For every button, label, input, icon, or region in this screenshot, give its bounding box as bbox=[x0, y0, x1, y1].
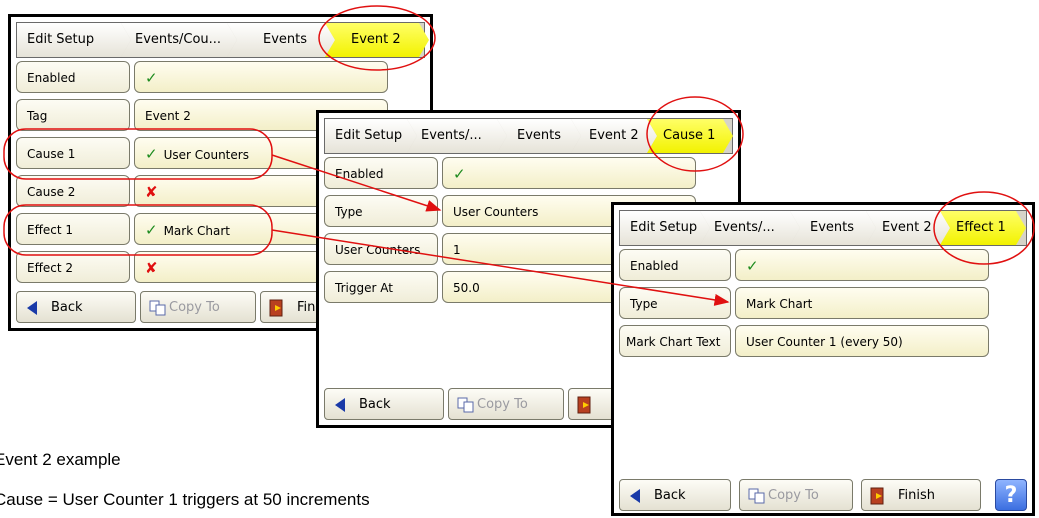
back-arrow-icon bbox=[27, 300, 37, 315]
breadcrumb: Edit Setup Events/Cou... Events Event 2 bbox=[16, 22, 425, 58]
cross-icon: ✘ bbox=[145, 183, 158, 201]
help-button[interactable]: ? bbox=[995, 479, 1027, 511]
finish-button[interactable]: Finish bbox=[861, 479, 981, 511]
check-icon: ✓ bbox=[145, 145, 158, 163]
crumb-cause-1[interactable]: Cause 1 bbox=[647, 119, 733, 153]
row-label: Cause 1 bbox=[16, 137, 130, 169]
type-value[interactable]: Mark Chart bbox=[735, 287, 989, 319]
copy-to-button[interactable]: Copy To bbox=[739, 479, 853, 511]
row-label: Cause 2 bbox=[16, 175, 130, 207]
breadcrumb: Edit Setup Events/... Events Event 2 Eff… bbox=[619, 210, 1027, 246]
back-arrow-icon bbox=[630, 488, 640, 503]
copy-to-button[interactable]: Copy To bbox=[448, 388, 564, 420]
row-label: User Counters bbox=[324, 233, 438, 265]
exit-icon bbox=[577, 396, 591, 413]
row-type[interactable]: Type Mark Chart bbox=[619, 287, 989, 319]
row-label: Effect 2 bbox=[16, 251, 130, 283]
crumb-events[interactable]: Events bbox=[227, 23, 335, 57]
enabled-value[interactable]: ✓ bbox=[442, 157, 696, 189]
crumb-events[interactable]: Events bbox=[497, 119, 581, 153]
back-button[interactable]: Back bbox=[16, 291, 136, 323]
crumb-events[interactable]: Events bbox=[790, 211, 876, 245]
crumb-events-counters[interactable]: Events/Cou... bbox=[121, 23, 237, 57]
cause-1-text: User Counters bbox=[163, 148, 249, 162]
crumb-effect-1[interactable]: Effect 1 bbox=[940, 211, 1026, 245]
effect-1-text: Mark Chart bbox=[163, 224, 230, 238]
row-label: Mark Chart Text bbox=[619, 325, 731, 357]
row-label: Effect 1 bbox=[16, 213, 130, 245]
cross-icon: ✘ bbox=[145, 259, 158, 277]
crumb-edit-setup[interactable]: Edit Setup bbox=[325, 119, 417, 153]
row-label: Enabled bbox=[619, 249, 731, 281]
back-button[interactable]: Back bbox=[619, 479, 731, 511]
crumb-event-2[interactable]: Event 2 bbox=[325, 23, 429, 57]
bottom-bar: Back Copy To Finish ? bbox=[619, 479, 1027, 513]
breadcrumb: Edit Setup Events/... Events Event 2 Cau… bbox=[324, 118, 733, 154]
row-label: Trigger At bbox=[324, 271, 438, 303]
check-icon: ✓ bbox=[453, 165, 466, 183]
caption-line-2: Cause = User Counter 1 triggers at 50 in… bbox=[0, 490, 370, 509]
copy-icon bbox=[748, 488, 765, 503]
check-icon: ✓ bbox=[145, 69, 158, 87]
effect-1-screen: Edit Setup Events/... Events Event 2 Eff… bbox=[611, 202, 1035, 516]
row-label: Tag bbox=[16, 99, 130, 131]
crumb-event-2[interactable]: Event 2 bbox=[571, 119, 657, 153]
copy-icon bbox=[149, 300, 166, 315]
back-arrow-icon bbox=[335, 397, 345, 412]
exit-icon bbox=[269, 299, 283, 316]
enabled-value[interactable]: ✓ bbox=[134, 61, 388, 93]
row-mark-chart-text[interactable]: Mark Chart Text User Counter 1 (every 50… bbox=[619, 325, 989, 357]
copy-icon bbox=[457, 397, 474, 412]
crumb-edit-setup[interactable]: Edit Setup bbox=[17, 23, 131, 57]
crumb-event-2[interactable]: Event 2 bbox=[866, 211, 950, 245]
enabled-value[interactable]: ✓ bbox=[735, 249, 989, 281]
row-enabled[interactable]: Enabled ✓ bbox=[324, 157, 696, 189]
row-label: Type bbox=[619, 287, 731, 319]
row-label: Enabled bbox=[324, 157, 438, 189]
crumb-events-counters[interactable]: Events/... bbox=[700, 211, 800, 245]
caption-line-1: Event 2 example bbox=[0, 450, 121, 469]
row-label: Type bbox=[324, 195, 438, 227]
copy-to-button[interactable]: Copy To bbox=[140, 291, 256, 323]
row-enabled[interactable]: Enabled ✓ bbox=[16, 61, 388, 93]
row-enabled[interactable]: Enabled ✓ bbox=[619, 249, 989, 281]
check-icon: ✓ bbox=[746, 257, 759, 275]
crumb-edit-setup[interactable]: Edit Setup bbox=[620, 211, 710, 245]
exit-icon bbox=[870, 487, 884, 504]
crumb-events-counters[interactable]: Events/... bbox=[407, 119, 507, 153]
row-label: Enabled bbox=[16, 61, 130, 93]
mark-chart-text-value[interactable]: User Counter 1 (every 50) bbox=[735, 325, 989, 357]
back-button[interactable]: Back bbox=[324, 388, 444, 420]
check-icon: ✓ bbox=[145, 221, 158, 239]
